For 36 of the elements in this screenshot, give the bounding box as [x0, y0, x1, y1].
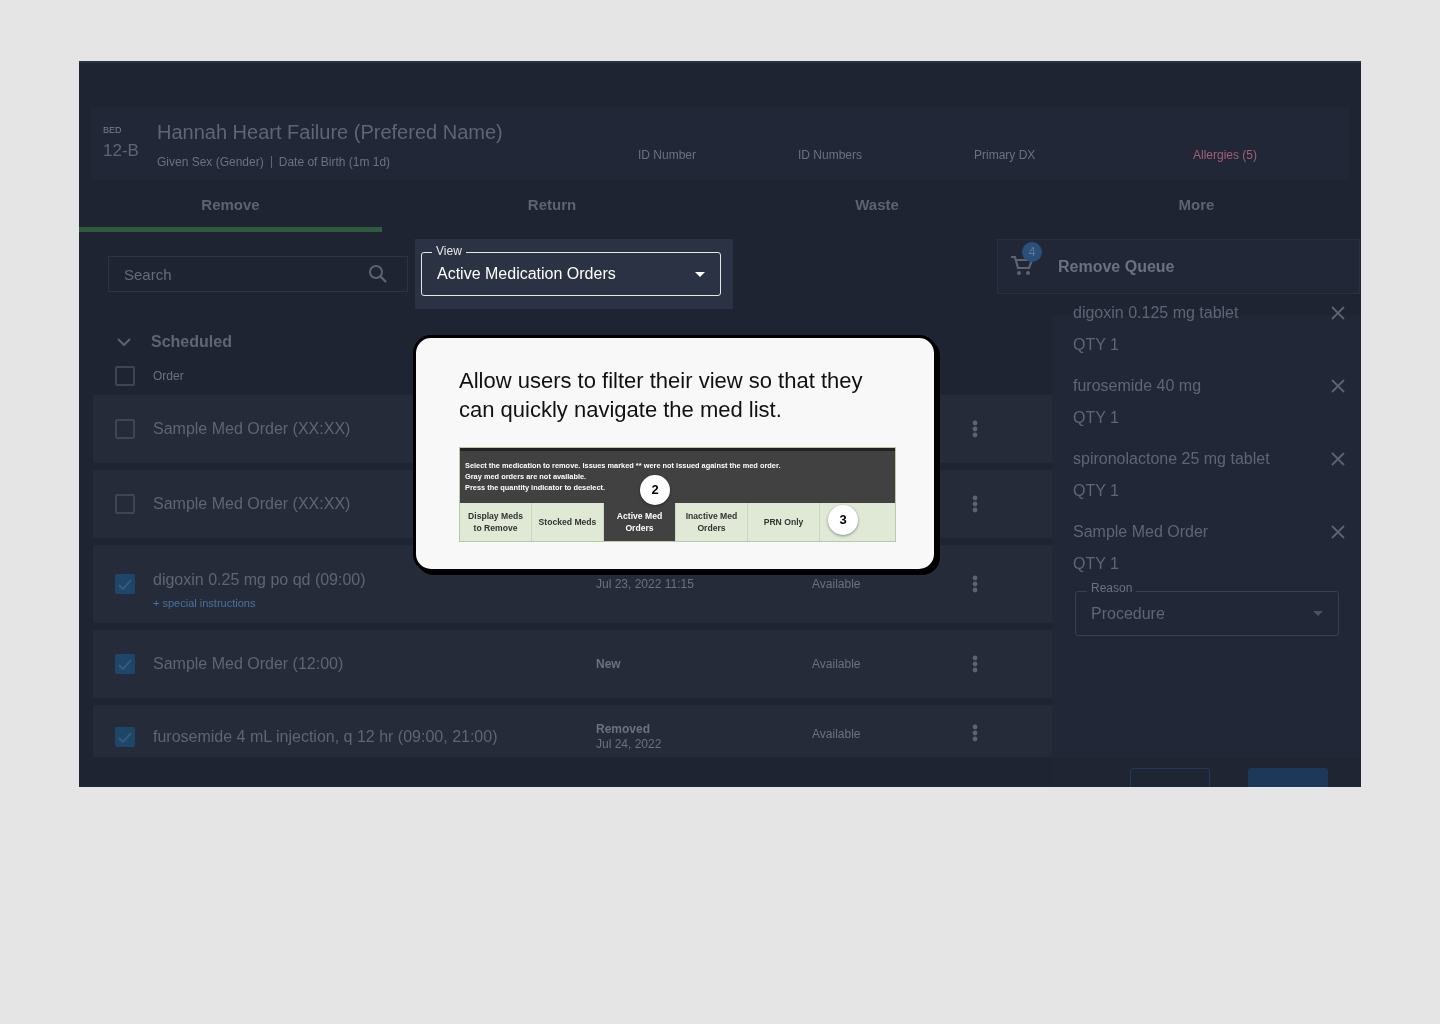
order-name: Sample Med Order (XX:XX)	[153, 419, 351, 439]
queue-item-name: furosemide 40 mg	[1073, 376, 1202, 396]
patient-sex: Given Sex (Gender)	[157, 153, 264, 171]
order-name: furosemide 4 mL injection, q 12 hr (09:00, 21:00)	[153, 727, 498, 747]
patient-name: Hannah Heart Failure (Prefered Name)	[157, 119, 504, 145]
quantity: QTY 1	[1073, 481, 1120, 501]
queue-item-name: digoxin 0.125 mg tablet	[1073, 303, 1239, 323]
order-date: Jul 23, 2022 11:15	[596, 576, 695, 592]
dropdown-value: Procedure	[1091, 603, 1165, 624]
callout-text: Allow users to filter their view so that they can quickly navigate the med list.	[459, 367, 864, 424]
order-name: Sample Med Order (12:00)	[153, 654, 344, 674]
queue-item-name: Sample Med Order	[1073, 522, 1209, 542]
column-header: Order	[153, 368, 184, 385]
quantity: QTY 1	[1073, 554, 1120, 574]
dropdown-value: Active Medication Orders	[437, 264, 616, 284]
availability: Available	[812, 577, 861, 591]
availability: Available	[812, 657, 861, 671]
quantity: QTY 1	[1073, 408, 1120, 428]
order-date: Jul 24, 2022	[596, 737, 663, 752]
order-status: Removed	[596, 722, 652, 737]
quantity: QTY 1	[1073, 335, 1120, 355]
queue-title: Remove Queue	[1058, 256, 1175, 277]
patient-dob: Date of Birth (1m 1d)	[278, 153, 391, 171]
order-status: New	[596, 656, 622, 672]
allergies-label: Allergies (5)	[1193, 146, 1258, 164]
group-title: Scheduled	[151, 332, 232, 352]
step-marker: 3	[828, 505, 858, 535]
availability: Available	[812, 727, 861, 741]
patient-field: ID Number	[638, 145, 798, 164]
patient-field: ID Numbers	[798, 145, 974, 164]
patient-field: Primary DX	[974, 145, 1193, 164]
order-name: Sample Med Order (XX:XX)	[153, 494, 351, 514]
queue-item-name: spironolactone 25 mg tablet	[1073, 449, 1270, 469]
bed-label: BED	[103, 124, 123, 137]
order-name: digoxin 0.25 mg po qd (09:00)	[153, 570, 366, 591]
bed-number: 12-B	[103, 140, 139, 160]
